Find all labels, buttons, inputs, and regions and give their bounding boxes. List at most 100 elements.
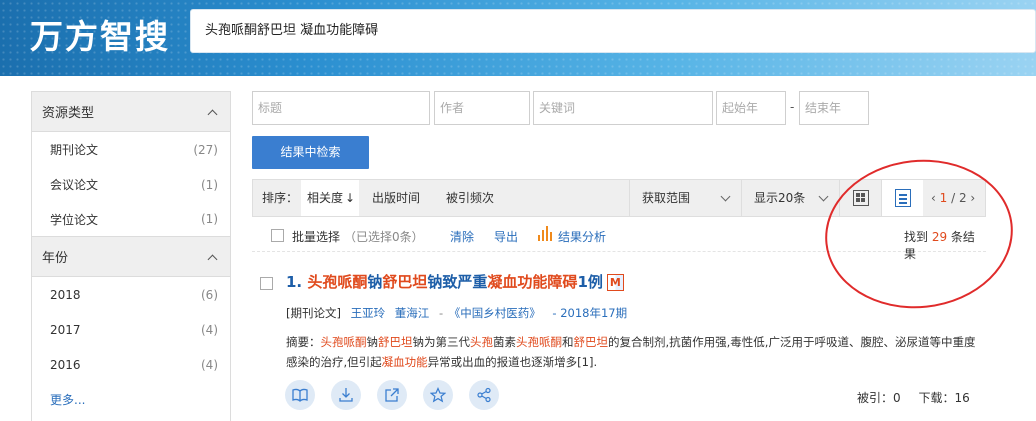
result-title-text: 头孢哌酮钠舒巴坦钠致严重凝血功能障碍1例 <box>302 273 603 291</box>
logo[interactable]: 万方智搜 <box>30 10 170 58</box>
m-badge-icon: M <box>606 274 624 291</box>
filter-sidebar: 资源类型 期刊论文 (27) 会议论文 (1) 学位论文 (1) 年份 2018… <box>31 91 231 421</box>
result-type-tag: [期刊论文] <box>286 306 341 320</box>
keyword-filter-input[interactable]: 关键词 <box>533 91 713 125</box>
journal-separator: - <box>438 306 444 320</box>
abstract-segment-highlight: 头孢 <box>470 335 493 349</box>
sort-relevance[interactable]: 相关度 ↓ <box>301 180 359 216</box>
start-year-input[interactable]: 起始年 <box>716 91 786 125</box>
page: 万方智搜 头孢哌酮舒巴坦 凝血功能障碍 资源类型 期刊论文 (27) 会议论文 … <box>0 0 1036 421</box>
star-icon <box>430 387 446 403</box>
abstract-segment-text: 钠为第三代 <box>412 335 471 349</box>
result-title[interactable]: 1. 头孢哌酮钠舒巴坦钠致严重凝血功能障碍1例 M <box>286 271 624 292</box>
abstract-text: 头孢哌酮钠舒巴坦钠为第三代头孢菌素头孢哌酮和舒巴坦的复合制剂,抗菌作用强,毒性低… <box>286 335 975 369</box>
share-icon <box>477 387 491 403</box>
result-number: 1. <box>286 273 303 291</box>
sidebar-section-title: 年份 <box>42 251 69 266</box>
book-icon <box>292 388 308 402</box>
per-page-dropdown[interactable]: 显示20条 <box>741 180 839 216</box>
sidebar-item-2016[interactable]: 2016 (4) <box>32 347 230 382</box>
sidebar-item-label: 期刊论文 <box>50 143 99 157</box>
download-icon <box>339 388 353 402</box>
range-dropdown-label: 获取范围 <box>642 191 691 205</box>
per-page-label: 显示20条 <box>754 191 806 205</box>
journal-link[interactable]: 《中国乡村医药》 <box>449 306 541 320</box>
sidebar-item-count: (1) <box>201 212 218 226</box>
sidebar-section-header-resource-type[interactable]: 资源类型 <box>32 92 230 132</box>
sidebar-item-label: 2017 <box>50 322 81 337</box>
header-banner: 万方智搜 头孢哌酮舒巴坦 凝血功能障碍 <box>0 0 1036 76</box>
share-button[interactable] <box>469 380 499 410</box>
chevron-up-icon[interactable] <box>208 107 218 117</box>
more-link[interactable]: 更多... <box>32 382 230 417</box>
year-range-separator: - <box>790 100 795 114</box>
sidebar-section-header-year[interactable]: 年份 <box>32 237 230 277</box>
title-segment-text: 钠致严重 <box>427 273 488 291</box>
annotation-circle <box>817 150 1021 318</box>
result-meta: [期刊论文] 王亚玲 董海江 - 《中国乡村医药》 - 2018年17期 <box>286 305 627 321</box>
cited-count: 被引：0 <box>857 391 901 405</box>
title-segment-highlight: 头孢哌酮 <box>302 273 368 291</box>
chevron-down-icon <box>720 191 731 202</box>
abstract-segment-highlight: 舒巴坦 <box>378 335 413 349</box>
abstract-label: 摘要： <box>286 335 321 349</box>
bar-chart-icon[interactable] <box>537 226 553 241</box>
external-link-icon <box>385 388 399 402</box>
result-stats: 被引：0 下载：16 <box>857 389 970 406</box>
sidebar-item-count: (27) <box>193 142 218 157</box>
abstract-segment-highlight: 凝血功能 <box>381 355 428 369</box>
abstract-segment-text: 钠 <box>366 335 379 349</box>
author-link[interactable]: 王亚玲 <box>351 306 386 320</box>
sidebar-section-title: 资源类型 <box>42 106 95 121</box>
sort-relevance-label: 相关度 <box>307 191 344 205</box>
sort-pub-time[interactable]: 出版时间 <box>372 180 420 216</box>
sidebar-item-thesis[interactable]: 学位论文 (1) <box>32 202 230 237</box>
title-filter-input[interactable]: 标题 <box>252 91 430 125</box>
end-year-input[interactable]: 结束年 <box>799 91 869 125</box>
export-button[interactable]: 导出 <box>494 228 518 245</box>
open-link-button[interactable] <box>377 380 407 410</box>
sort-citations[interactable]: 被引频次 <box>446 180 494 216</box>
result-analysis-button[interactable]: 结果分析 <box>558 228 606 245</box>
download-button[interactable] <box>331 380 361 410</box>
range-dropdown[interactable]: 获取范围 <box>629 180 741 216</box>
title-segment-highlight: 凝血功能障碍 <box>487 273 578 291</box>
search-input[interactable]: 头孢哌酮舒巴坦 凝血功能障碍 <box>190 9 1036 53</box>
abstract-segment-highlight: 舒巴坦 <box>573 335 609 349</box>
sidebar-item-label: 会议论文 <box>50 178 99 192</box>
title-segment-highlight: 舒巴坦 <box>382 273 428 291</box>
batch-select-checkbox[interactable] <box>271 229 284 242</box>
sidebar-item-label: 2016 <box>50 357 81 372</box>
abstract-segment-text: 和 <box>562 335 574 349</box>
favorite-button[interactable] <box>423 380 453 410</box>
abstract-segment-highlight: 头孢哌酮 <box>516 335 562 349</box>
sidebar-item-count: (4) <box>201 357 218 372</box>
clear-button[interactable]: 清除 <box>450 228 474 245</box>
sidebar-item-count: (4) <box>201 322 218 337</box>
sidebar-item-conference[interactable]: 会议论文 (1) <box>32 167 230 202</box>
search-within-results-button[interactable]: 结果中检索 <box>252 136 369 169</box>
read-button[interactable] <box>285 380 315 410</box>
sidebar-item-count: (6) <box>201 287 218 302</box>
issue-link[interactable]: - 2018年17期 <box>552 306 627 320</box>
result-checkbox[interactable] <box>260 277 273 290</box>
sidebar-item-label: 2018 <box>50 287 81 302</box>
title-segment-text: 钠 <box>367 273 383 291</box>
sort-desc-icon: ↓ <box>345 191 356 205</box>
sidebar-item-count: (1) <box>201 177 218 192</box>
sidebar-item-2018[interactable]: 2018 (6) <box>32 277 230 312</box>
chevron-up-icon[interactable] <box>208 252 218 262</box>
batch-select-label[interactable]: 批量选择 <box>292 228 340 245</box>
sidebar-item-2017[interactable]: 2017 (4) <box>32 312 230 347</box>
sort-label: 排序： <box>262 191 299 205</box>
result-abstract: 摘要：头孢哌酮钠舒巴坦钠为第三代头孢菌素头孢哌酮和舒巴坦的复合制剂,抗菌作用强,… <box>286 332 976 372</box>
sidebar-item-label: 学位论文 <box>50 212 99 227</box>
abstract-segment-highlight: 头孢哌酮 <box>320 335 367 349</box>
abstract-segment-text: 菌素 <box>493 335 516 349</box>
title-segment-text: 1例 <box>577 273 603 291</box>
author-filter-input[interactable]: 作者 <box>434 91 530 125</box>
abstract-segment-text: 异常或出血的报道也逐渐增多[1]. <box>427 355 598 369</box>
sidebar-item-journal[interactable]: 期刊论文 (27) <box>32 132 230 167</box>
author-link[interactable]: 董海江 <box>395 306 430 320</box>
selected-count: （已选择0条） <box>344 230 424 244</box>
